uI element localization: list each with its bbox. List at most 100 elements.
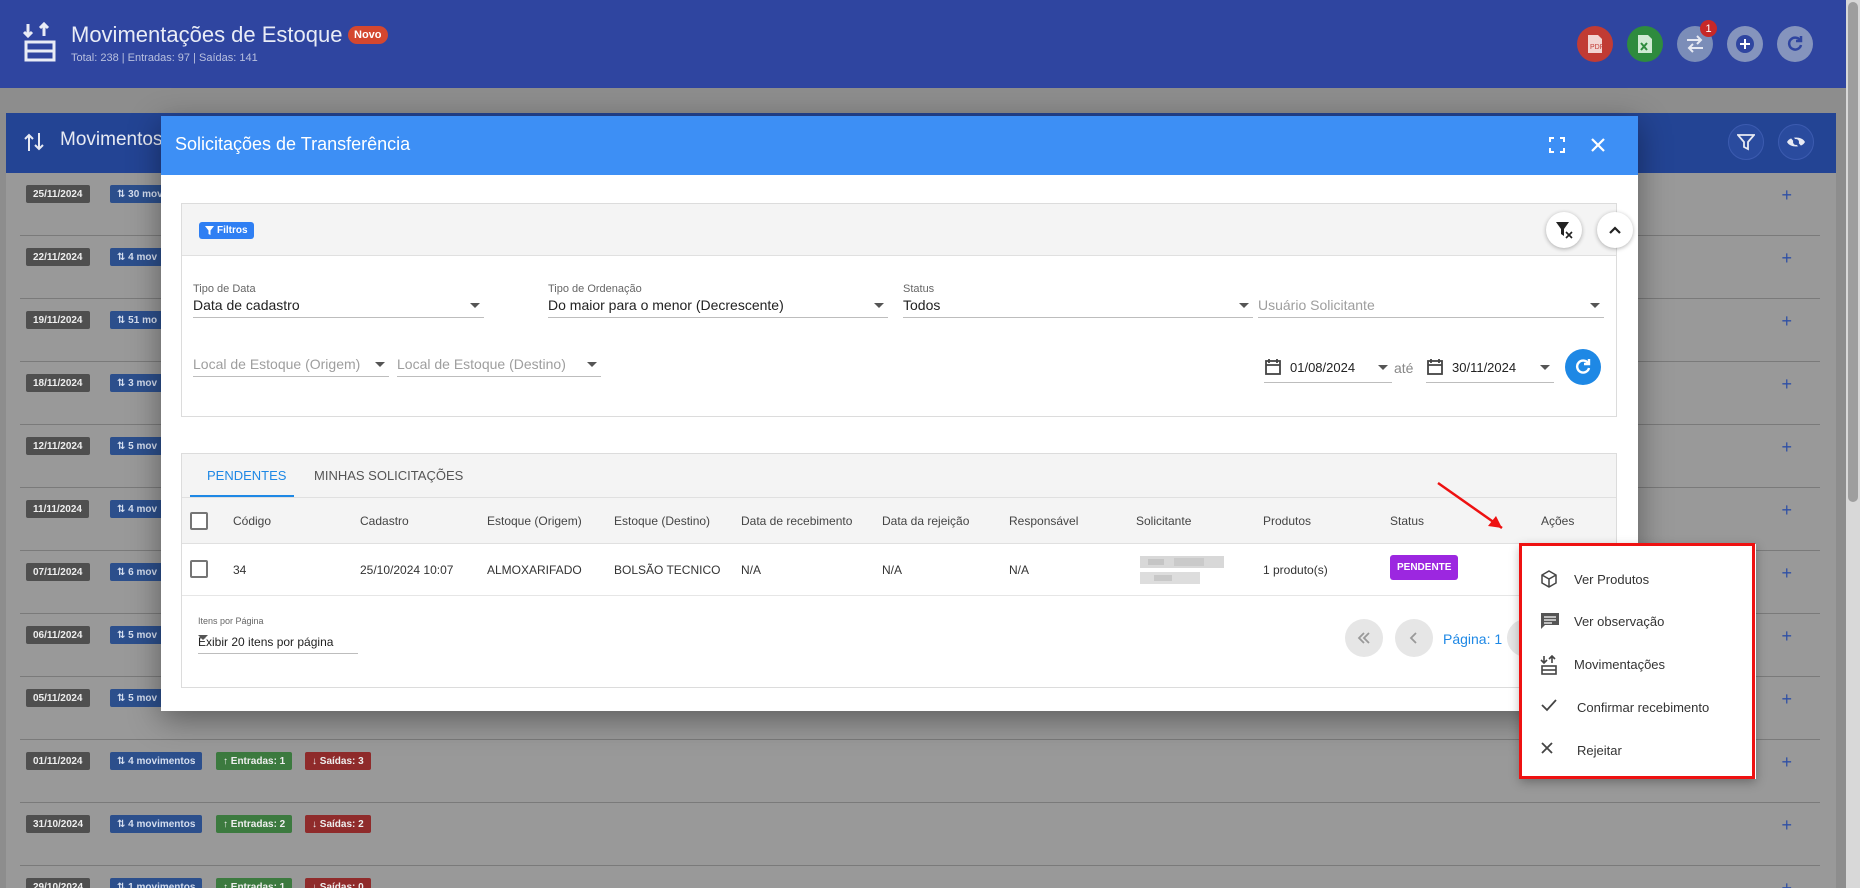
clear-filters-button[interactable] xyxy=(1546,212,1582,248)
entries-chip: ↑ Entradas: 2 xyxy=(216,815,293,833)
collapse-filters-button[interactable] xyxy=(1597,212,1633,248)
menu-item-label: Ver observação xyxy=(1574,614,1665,629)
col-solicitante[interactable]: Solicitante xyxy=(1136,514,1191,528)
cell-responsavel: N/A xyxy=(1009,563,1030,577)
col-cadastro[interactable]: Cadastro xyxy=(360,514,409,528)
expand-plus-icon[interactable]: + xyxy=(1781,626,1792,647)
movement-count-text: 30 mov xyxy=(128,188,163,200)
annotation-arrow xyxy=(1437,481,1503,530)
origin-stock-select[interactable]: Local de Estoque (Origem) xyxy=(193,342,389,377)
date-to-field[interactable]: 30/11/2024 xyxy=(1426,355,1554,383)
col-origem[interactable]: Estoque (Origem) xyxy=(487,514,582,528)
movement-count: ⇅ 4 mov xyxy=(110,500,165,518)
filter-button[interactable] xyxy=(1728,124,1764,160)
col-produtos[interactable]: Produtos xyxy=(1263,514,1311,528)
expand-plus-icon[interactable]: + xyxy=(1781,437,1792,458)
movement-count-text: 4 movimentos xyxy=(128,818,196,830)
movement-count-text: 1 movimentos xyxy=(128,881,196,888)
col-destino[interactable]: Estoque (Destino) xyxy=(614,514,710,528)
col-rejeicao[interactable]: Data da rejeição xyxy=(882,514,969,528)
caret-down-icon xyxy=(470,303,480,308)
caret-down-icon xyxy=(874,303,884,308)
menu-item-confirmar-recebimento[interactable]: Confirmar recebimento xyxy=(1520,688,1756,728)
expand-plus-icon[interactable]: + xyxy=(1781,185,1792,206)
cell-recebimento: N/A xyxy=(741,563,762,577)
movement-count: ⇅ 4 movimentos xyxy=(110,815,203,833)
check-icon xyxy=(1540,698,1560,718)
menu-item-label: Confirmar recebimento xyxy=(1577,700,1710,715)
select-all-checkbox[interactable] xyxy=(190,512,208,530)
export-excel-button[interactable] xyxy=(1627,26,1663,62)
movement-date: 25/11/2024 xyxy=(26,185,90,203)
hide-button[interactable] xyxy=(1778,124,1814,160)
entries-text: Entradas: 1 xyxy=(230,755,286,767)
transfer-requests-button[interactable]: 1 xyxy=(1677,20,1717,62)
date-from-field[interactable]: 01/08/2024 xyxy=(1264,355,1392,383)
prev-page-button[interactable] xyxy=(1395,619,1433,657)
page-size-label: Itens por Página xyxy=(198,616,264,626)
expand-plus-icon[interactable]: + xyxy=(1781,563,1792,584)
first-page-button[interactable] xyxy=(1345,619,1383,657)
movement-count-text: 51 mo xyxy=(128,314,158,326)
order-type-value: Do maior para o menor (Decrescente) xyxy=(548,297,784,313)
double-chevron-left-icon xyxy=(1357,632,1370,644)
menu-item-label: Movimentações xyxy=(1574,657,1666,672)
menu-item-ver-observa-o[interactable]: Ver observação xyxy=(1520,602,1756,642)
scrollbar[interactable] xyxy=(1846,0,1860,888)
expand-plus-icon[interactable]: + xyxy=(1781,689,1792,710)
movement-row[interactable]: 29/10/2024 ⇅ 1 movimentos ↑ Entradas: 1 ↓ S… xyxy=(20,866,1820,888)
swap-icon xyxy=(1687,35,1703,53)
expand-plus-icon[interactable]: + xyxy=(1781,878,1792,888)
movements-icon xyxy=(1540,654,1560,675)
col-status[interactable]: Status xyxy=(1390,514,1424,528)
entries-chip: ↑ Entradas: 1 xyxy=(216,752,293,770)
menu-item-rejeitar[interactable]: Rejeitar xyxy=(1520,731,1756,771)
requester-select[interactable]: Usuário Solicitante xyxy=(1258,283,1604,318)
refresh-button[interactable] xyxy=(1777,26,1813,62)
movement-count: ⇅ 4 mov xyxy=(110,248,165,266)
apply-filters-button[interactable] xyxy=(1565,349,1601,385)
scroll-thumb[interactable] xyxy=(1848,2,1858,502)
menu-item-movimenta-es[interactable]: Movimentações xyxy=(1520,645,1756,685)
entries-text: Entradas: 2 xyxy=(230,818,286,830)
col-codigo[interactable]: Código xyxy=(233,514,271,528)
col-recebimento[interactable]: Data de recebimento xyxy=(741,514,852,528)
caret-down-icon xyxy=(1540,365,1550,370)
status-select[interactable]: Status Todos xyxy=(903,283,1253,318)
plus-circle-icon xyxy=(1736,35,1754,53)
order-type-select[interactable]: Tipo de Ordenação Do maior para o menor … xyxy=(548,283,888,318)
calendar-icon xyxy=(1427,359,1443,375)
movement-date: 06/11/2024 xyxy=(26,626,90,644)
expand-plus-icon[interactable]: + xyxy=(1781,815,1792,836)
movement-row[interactable]: 31/10/2024 ⇅ 4 movimentos ↑ Entradas: 2 ↓ S… xyxy=(20,803,1820,866)
page-size-select[interactable]: Exibir 20 itens por página xyxy=(198,632,358,654)
expand-plus-icon[interactable]: + xyxy=(1781,311,1792,332)
expand-plus-icon[interactable]: + xyxy=(1781,374,1792,395)
export-pdf-button[interactable]: PDF xyxy=(1577,26,1613,62)
movement-date: 31/10/2024 xyxy=(26,815,91,833)
tab-minhas-solicitacoes[interactable]: MINHAS SOLICITAÇÕES xyxy=(314,468,463,483)
fullscreen-button[interactable] xyxy=(1544,132,1570,158)
date-type-select[interactable]: Tipo de Data Data de cadastro xyxy=(193,283,484,318)
col-responsavel[interactable]: Responsável xyxy=(1009,514,1078,528)
app-summary: Total: 238 | Entradas: 97 | Saídas: 141 xyxy=(71,52,258,64)
expand-plus-icon[interactable]: + xyxy=(1781,500,1792,521)
filter-icon xyxy=(205,226,214,235)
tab-pendentes[interactable]: PENDENTES xyxy=(207,468,286,483)
table-header: Código Cadastro Estoque (Origem) Estoque… xyxy=(182,498,1616,544)
caret-down-icon xyxy=(198,635,208,640)
eye-off-icon xyxy=(1787,133,1805,151)
filters-tag-label: Filtros xyxy=(217,225,248,236)
expand-plus-icon[interactable]: + xyxy=(1781,752,1792,773)
menu-item-ver-produtos[interactable]: Ver Produtos xyxy=(1520,560,1756,600)
movement-count-text: 5 mov xyxy=(128,692,158,704)
row-checkbox[interactable] xyxy=(190,560,208,578)
destination-stock-select[interactable]: Local de Estoque (Destino) xyxy=(397,342,601,377)
expand-plus-icon[interactable]: + xyxy=(1781,248,1792,269)
destination-stock-placeholder: Local de Estoque (Destino) xyxy=(397,356,566,372)
movement-date: 19/11/2024 xyxy=(26,311,90,329)
add-button[interactable] xyxy=(1727,26,1763,62)
movement-date: 18/11/2024 xyxy=(26,374,90,392)
close-button[interactable] xyxy=(1585,132,1611,158)
table-row[interactable]: 34 25/10/2024 10:07 ALMOXARIFADO BOLSÃO … xyxy=(182,544,1616,596)
